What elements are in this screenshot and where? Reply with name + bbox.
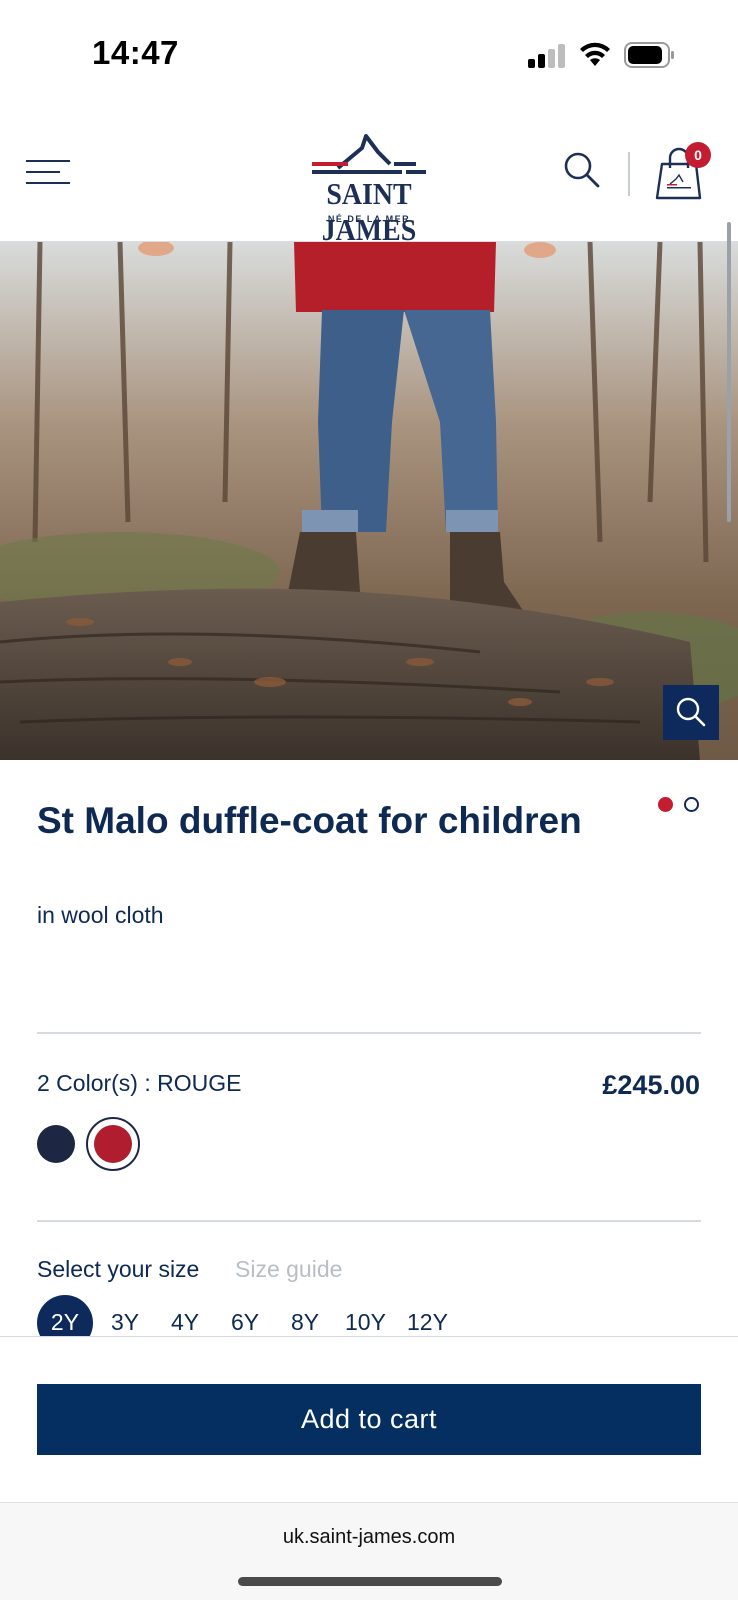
image-dot-2[interactable] [684, 797, 699, 812]
page-scrollbar[interactable] [727, 222, 731, 522]
size-guide-link[interactable]: Size guide [235, 1256, 342, 1283]
status-time: 14:47 [92, 34, 179, 71]
size-select-label: Select your size [37, 1256, 200, 1282]
brand-name: SAINT JAMES [321, 176, 417, 247]
zoom-icon[interactable] [663, 685, 719, 740]
color-selection-label: 2 Color(s) : ROUGE [37, 1070, 242, 1096]
section-divider [37, 1032, 701, 1034]
header-divider [628, 152, 630, 196]
battery-icon [624, 42, 674, 68]
size-option[interactable]: 4Y [171, 1295, 199, 1337]
status-bar: 14:47 [0, 0, 738, 100]
wifi-icon [580, 42, 610, 66]
add-to-cart-button[interactable]: Add to cart [37, 1384, 701, 1455]
product-subtitle: in wool cloth [37, 902, 164, 928]
home-indicator[interactable] [238, 1577, 502, 1586]
brand-logo[interactable]: SAINT JAMES NÉ DE LA MER [278, 126, 460, 247]
section-divider [37, 1220, 701, 1222]
product-price: £245.00 [602, 1070, 700, 1100]
size-option[interactable]: 10Y [345, 1295, 386, 1337]
site-header: SAINT JAMES NÉ DE LA MER 0 [0, 108, 738, 247]
size-option[interactable]: 3Y [111, 1295, 139, 1337]
color-swatch-navy[interactable] [37, 1125, 75, 1163]
size-option[interactable]: 12Y [407, 1295, 448, 1337]
size-options: 2Y 3Y 4Y 6Y 8Y 10Y 12Y [37, 1295, 717, 1337]
size-option[interactable]: 2Y [37, 1295, 93, 1337]
address-bar[interactable]: uk.saint-james.com [0, 1526, 738, 1549]
cart-count-badge: 0 [685, 142, 711, 168]
image-pagination-dots [658, 797, 702, 813]
product-image[interactable] [0, 242, 738, 760]
brand-tagline: NÉ DE LA MER [327, 214, 411, 224]
hamburger-menu-icon[interactable] [26, 160, 72, 190]
size-option[interactable]: 6Y [231, 1295, 259, 1337]
color-swatch-rouge[interactable] [86, 1117, 140, 1171]
image-dot-1[interactable] [658, 797, 673, 812]
size-option[interactable]: 8Y [291, 1295, 319, 1337]
product-title: St Malo duffle-coat for children [37, 800, 582, 841]
search-icon[interactable] [562, 150, 602, 190]
cellular-signal-icon [528, 44, 565, 68]
